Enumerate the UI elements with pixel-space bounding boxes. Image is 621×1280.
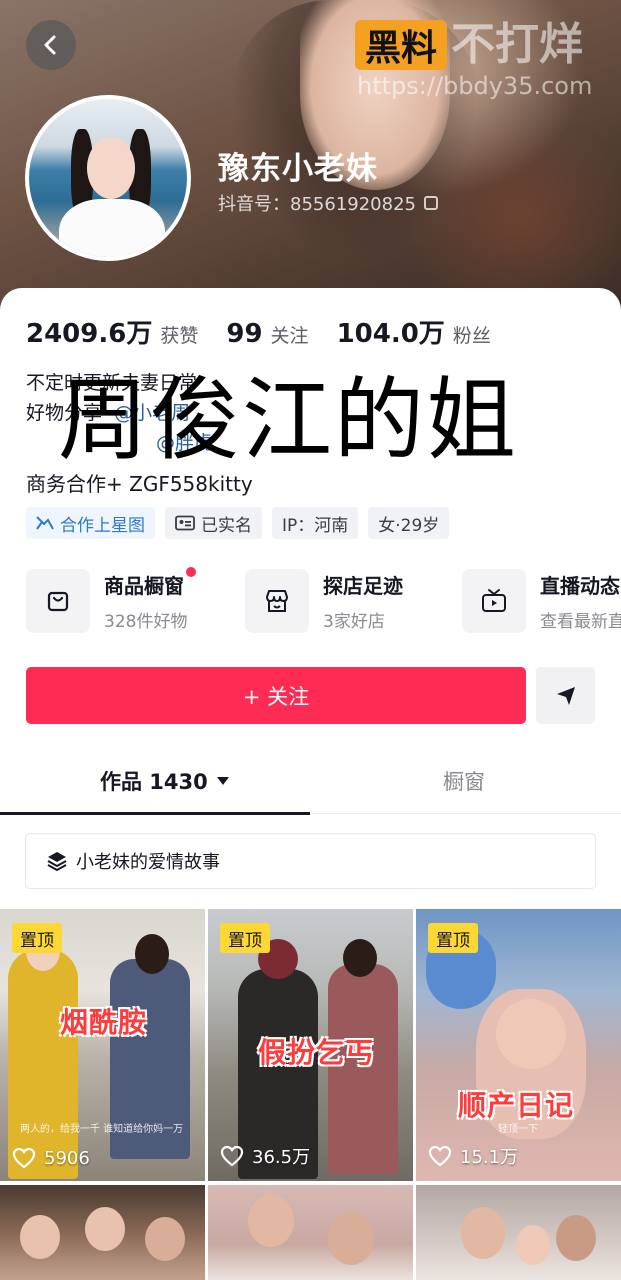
feature-subtitle: 328件好物 — [104, 612, 188, 632]
watermark-brand: 黑料 — [355, 20, 447, 70]
video-card[interactable] — [0, 1185, 205, 1280]
tab-indicator — [0, 812, 310, 815]
back-button[interactable] — [26, 20, 76, 70]
video-cover-title: 顺产日记 — [458, 1089, 575, 1122]
store-icon — [245, 569, 309, 633]
tag-verified[interactable]: 已实名 — [165, 507, 262, 539]
id-card-icon — [175, 515, 195, 531]
video-likes: 36.5万 — [220, 1143, 310, 1169]
star-chart-icon — [36, 516, 54, 530]
feature-title: 直播动态 — [540, 574, 620, 598]
feature-live[interactable]: 直播动态 查看最新直播 — [462, 569, 621, 633]
business-contact: 商务合作+ ZGF558kitty — [26, 472, 253, 496]
following-count[interactable]: 99 — [226, 319, 262, 349]
douyin-id[interactable]: 抖音号：85561920825 — [218, 190, 438, 216]
likes-count: 5906 — [44, 1147, 90, 1169]
notification-dot — [186, 567, 196, 577]
watermark-url: https://bbdy35.com — [357, 72, 593, 100]
feature-subtitle: 查看最新直播 — [540, 612, 621, 632]
copy-icon[interactable] — [423, 196, 438, 210]
feature-shop-window[interactable]: 商品橱窗 328件好物 — [26, 567, 196, 633]
collection-bar[interactable]: 小老妹的爱情故事 — [25, 833, 596, 889]
feature-row: 商品橱窗 328件好物 探店足迹 3家好店 直播动态 查看最新直 — [26, 567, 621, 639]
tag-star-chart[interactable]: 合作上星图 — [26, 507, 155, 539]
followers-count[interactable]: 104.0万 — [337, 313, 445, 350]
follow-label: + 关注 — [242, 684, 310, 709]
layers-icon — [47, 852, 67, 872]
collection-label: 小老妹的爱情故事 — [76, 852, 220, 873]
avatar-body — [59, 199, 165, 257]
pinned-badge: 置顶 — [428, 923, 478, 953]
avatar-face — [87, 137, 135, 199]
tag-gender-age: 女·29岁 — [368, 507, 450, 539]
video-card[interactable] — [208, 1185, 413, 1280]
pinned-badge: 置顶 — [220, 923, 270, 953]
feature-store-visits[interactable]: 探店足迹 3家好店 — [245, 569, 403, 633]
douyin-id-text: 抖音号：85561920825 — [218, 194, 416, 215]
chevron-left-icon — [44, 35, 56, 55]
video-grid: 置顶 烟酰胺 两人的，给我一千 谁知道给你妈一万 5906 置顶 假扮乞丐 36… — [0, 909, 621, 1280]
profile-sheet: 2409.6万 获赞 99 关注 104.0万 粉丝 不定时更新夫妻日常 好物分… — [0, 288, 621, 1280]
share-button[interactable] — [536, 667, 595, 724]
video-thumbnail — [416, 1185, 621, 1280]
tab-works[interactable]: 作品 1430 — [100, 766, 230, 796]
overlay-caption: 周俊江的姐 — [58, 368, 518, 473]
follow-button[interactable]: + 关注 — [26, 667, 526, 724]
tag-ip: IP：河南 — [272, 507, 359, 539]
following-label[interactable]: 关注 — [271, 321, 309, 348]
shopping-bag-icon — [26, 569, 90, 633]
feature-title: 商品橱窗 — [104, 574, 184, 598]
likes-label: 获赞 — [160, 325, 199, 347]
pinned-badge: 置顶 — [12, 923, 62, 953]
profile-name: 豫东小老妹 — [218, 151, 378, 187]
likes-count: 15.1万 — [460, 1147, 519, 1168]
profile-tags: 合作上星图 已实名 IP：河南 女·29岁 — [26, 507, 450, 539]
tag-label: 女·29岁 — [378, 515, 440, 536]
content-tabs: 作品 1430 橱窗 — [0, 748, 621, 815]
feature-subtitle: 3家好店 — [323, 612, 385, 632]
tab-window[interactable]: 橱窗 — [443, 766, 485, 796]
tag-label: IP：河南 — [282, 515, 349, 536]
video-likes: 15.1万 — [428, 1143, 518, 1169]
profile-cover: 黑料 不打烊 https://bbdy35.com 豫东小老妹 抖音号：8556… — [0, 0, 621, 320]
video-cover-title: 假扮乞丐 — [258, 1036, 375, 1069]
watermark: 黑料 不打烊 https://bbdy35.com — [355, 20, 617, 110]
video-caption: 轻顶一下 — [498, 1124, 538, 1135]
likes-count: 36.5万 — [252, 1147, 311, 1168]
tv-icon — [462, 569, 526, 633]
video-likes: 5906 — [12, 1147, 90, 1169]
video-card[interactable]: 置顶 烟酰胺 两人的，给我一千 谁知道给你妈一万 5906 — [0, 909, 205, 1181]
avatar[interactable] — [25, 95, 191, 261]
video-thumbnail — [208, 1185, 413, 1280]
profile-stats: 2409.6万 获赞 99 关注 104.0万 粉丝 — [26, 313, 519, 350]
send-icon — [556, 686, 575, 705]
video-cover-title: 烟酰胺 — [60, 1006, 148, 1039]
heart-icon — [428, 1145, 452, 1167]
video-card[interactable] — [416, 1185, 621, 1280]
heart-icon — [220, 1145, 244, 1167]
tag-label: 合作上星图 — [60, 515, 145, 536]
watermark-slogan: 不打烊 — [451, 19, 583, 70]
followers-label[interactable]: 粉丝 — [453, 321, 491, 348]
caret-down-icon — [216, 777, 229, 785]
likes-count: 2409.6万 — [26, 319, 153, 349]
heart-icon — [12, 1147, 36, 1169]
feature-title: 探店足迹 — [323, 574, 403, 598]
video-caption: 两人的，给我一千 谁知道给你妈一万 — [20, 1124, 184, 1135]
tag-label: 已实名 — [201, 515, 252, 536]
tab-label: 作品 1430 — [100, 770, 208, 794]
video-thumbnail — [0, 1185, 205, 1280]
video-card[interactable]: 置顶 假扮乞丐 36.5万 — [208, 909, 413, 1181]
video-card[interactable]: 置顶 顺产日记 轻顶一下 15.1万 — [416, 909, 621, 1181]
